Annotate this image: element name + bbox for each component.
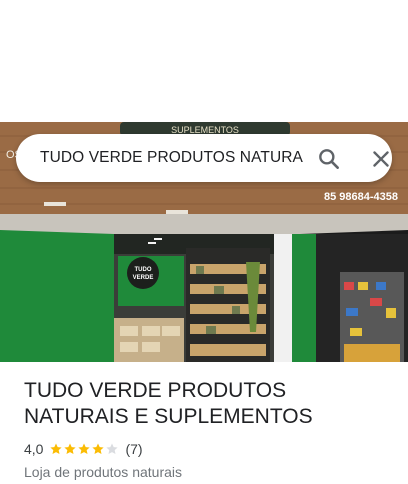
star-rating — [49, 442, 119, 456]
star-filled-icon — [64, 443, 77, 455]
place-title[interactable]: TUDO VERDE PRODUTOS NATURAIS E SUPLEMENT… — [24, 378, 394, 430]
close-icon[interactable] — [368, 146, 394, 172]
map-top-area — [0, 0, 408, 122]
search-bar[interactable]: TUDO VERDE PRODUTOS NATURAIS — [16, 134, 392, 182]
rating-value: 4,0 — [24, 441, 44, 457]
search-input[interactable]: TUDO VERDE PRODUTOS NATURAIS — [40, 134, 304, 182]
search-icon[interactable] — [316, 146, 342, 172]
star-empty-icon — [106, 443, 119, 455]
star-filled-icon — [92, 443, 105, 455]
inner-logo-top: TUDO — [135, 267, 152, 273]
star-filled-icon — [78, 443, 91, 455]
rating-row[interactable]: 4,0 (7) — [24, 440, 384, 458]
place-info-panel: TUDO VERDE PRODUTOS NATURAIS E SUPLEMENT… — [0, 362, 408, 484]
phone-number: 85 98684-4358 — [324, 191, 398, 203]
star-filled-icon — [50, 443, 63, 455]
review-count[interactable]: (7) — [125, 441, 142, 457]
place-category[interactable]: Loja de produtos naturais — [24, 463, 384, 481]
inner-logo-bottom: VERDE — [133, 275, 154, 281]
